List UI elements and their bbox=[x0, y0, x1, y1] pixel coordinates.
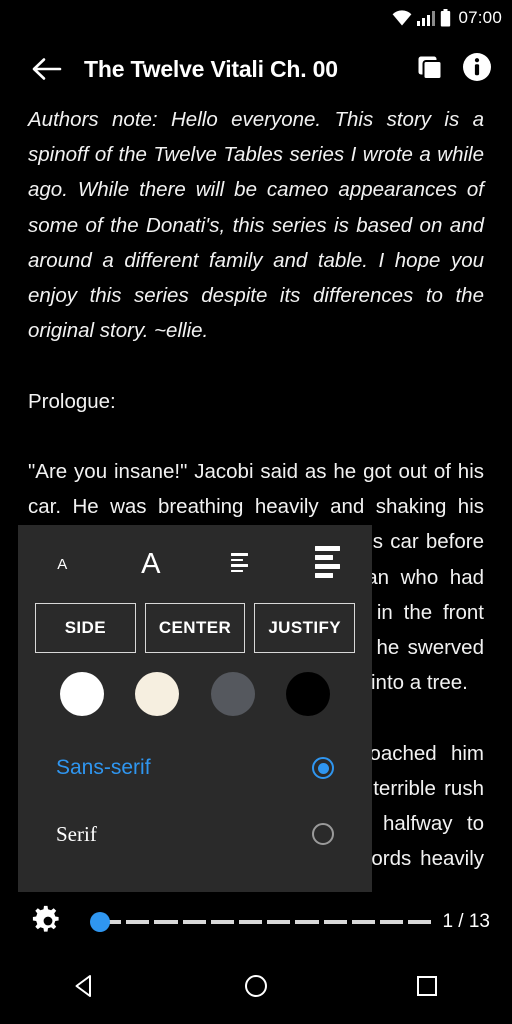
theme-color-row bbox=[18, 653, 372, 735]
font-option-sans-serif-label: Sans-serif bbox=[56, 756, 151, 779]
seekbar-track[interactable] bbox=[98, 920, 432, 924]
paragraph-prologue-heading: Prologue: bbox=[28, 389, 116, 413]
app-bar: The Twelve Vitali Ch. 00 bbox=[0, 36, 512, 102]
theme-black-swatch bbox=[286, 672, 331, 716]
increase-line-spacing-button[interactable] bbox=[284, 525, 373, 603]
theme-white-swatch bbox=[59, 672, 104, 716]
theme-sepia-button[interactable] bbox=[120, 672, 196, 716]
battery-icon bbox=[440, 9, 451, 27]
paragraph-spacer bbox=[28, 419, 484, 454]
align-justify-button[interactable]: JUSTIFY bbox=[254, 603, 356, 653]
status-clock: 07:00 bbox=[458, 8, 502, 27]
decrease-line-spacing-button[interactable] bbox=[195, 525, 284, 603]
large-a-icon: A bbox=[141, 547, 161, 580]
wifi-icon bbox=[392, 10, 412, 26]
arrow-back-icon[interactable] bbox=[18, 40, 76, 98]
android-navigation-bar bbox=[0, 952, 512, 1024]
theme-black-button[interactable] bbox=[271, 672, 347, 716]
line-spacing-small-icon bbox=[230, 553, 248, 575]
text-alignment-row: SIDE CENTER JUSTIFY bbox=[18, 603, 372, 653]
line-spacing-large-icon bbox=[315, 546, 341, 582]
gear-icon[interactable] bbox=[22, 896, 74, 948]
theme-gray-button[interactable] bbox=[195, 672, 271, 716]
font-option-sans-serif-radio[interactable] bbox=[312, 757, 334, 779]
app-bar-actions bbox=[416, 52, 512, 87]
triangle-back-icon bbox=[72, 973, 98, 1004]
copy-pages-icon[interactable] bbox=[416, 52, 446, 87]
info-icon[interactable] bbox=[462, 52, 492, 87]
bottom-toolbar: 1 / 13 bbox=[0, 892, 512, 952]
theme-sepia-swatch bbox=[135, 672, 180, 716]
page-indicator: 1 / 13 bbox=[442, 911, 490, 932]
font-option-sans-serif[interactable]: Sans-serif bbox=[18, 735, 372, 801]
font-option-serif-radio[interactable] bbox=[312, 823, 334, 845]
paragraph-spacer bbox=[28, 348, 484, 383]
reader-app-screen: 07:00 The Twelve Vitali Ch. 00 Authors n… bbox=[0, 0, 512, 1024]
align-center-button[interactable]: CENTER bbox=[144, 603, 246, 653]
font-option-serif-label: Serif bbox=[56, 821, 97, 846]
font-option-serif[interactable]: Serif bbox=[18, 801, 372, 867]
status-bar: 07:00 bbox=[0, 0, 512, 36]
small-a-icon: A bbox=[57, 555, 68, 573]
paragraph-authors-note: Authors note: Hello everyone. This story… bbox=[28, 108, 484, 343]
nav-home-button[interactable] bbox=[211, 952, 301, 1024]
seekbar-thumb[interactable] bbox=[90, 912, 110, 932]
nav-back-button[interactable] bbox=[40, 952, 130, 1024]
page-title: The Twelve Vitali Ch. 00 bbox=[84, 55, 338, 82]
align-side-button[interactable]: SIDE bbox=[35, 603, 136, 653]
theme-gray-swatch bbox=[210, 672, 255, 716]
square-recents-icon bbox=[414, 973, 440, 1004]
theme-white-button[interactable] bbox=[44, 672, 120, 716]
text-size-controls-row: A A bbox=[18, 525, 372, 603]
increase-font-size-button[interactable]: A bbox=[107, 525, 196, 603]
cellular-signal-icon bbox=[416, 10, 436, 26]
circle-home-icon bbox=[243, 973, 269, 1004]
reader-settings-panel: A A SIDE CENTER JUSTIFY Sans-serif Serif bbox=[18, 525, 372, 892]
page-seekbar[interactable] bbox=[78, 902, 436, 942]
nav-recents-button[interactable] bbox=[382, 952, 472, 1024]
decrease-font-size-button[interactable]: A bbox=[18, 525, 107, 603]
